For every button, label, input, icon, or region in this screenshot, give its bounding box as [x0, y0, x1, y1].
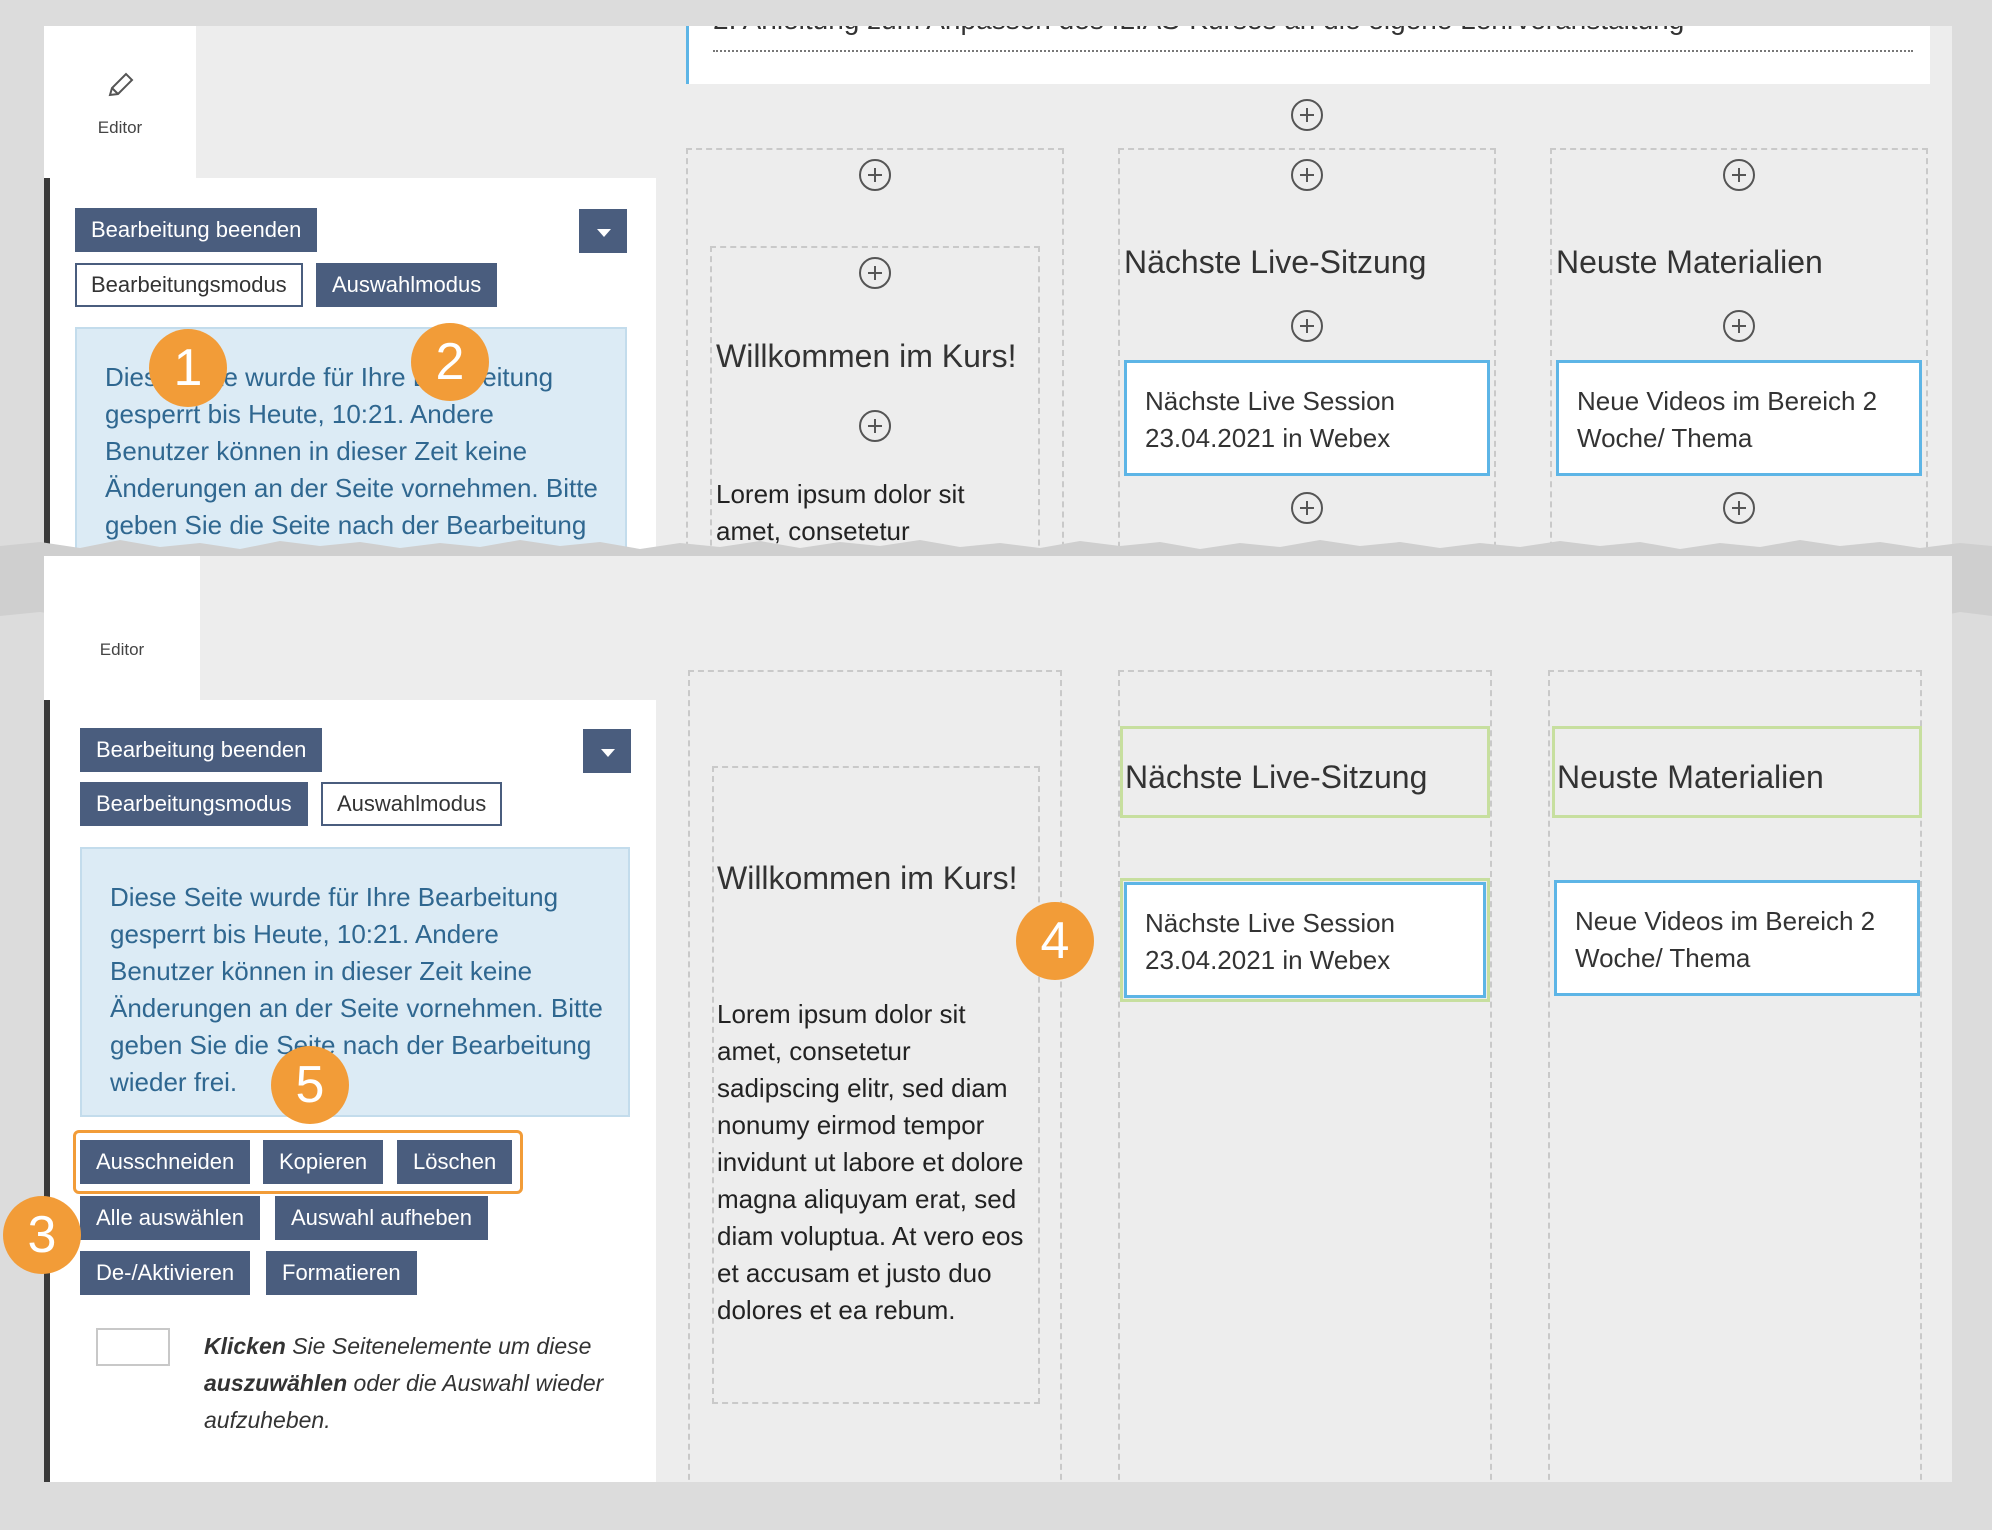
chevron-down-icon[interactable] [583, 729, 631, 773]
add-element-icon[interactable] [1291, 492, 1323, 524]
selection-hint: Klicken Sie Seitenelemente um diese ausz… [204, 1328, 604, 1439]
select-all-button[interactable]: Alle auswählen [80, 1196, 260, 1240]
editor-tab[interactable]: Editor [44, 556, 200, 700]
mode-edit-button[interactable]: Bearbeitungsmodus [80, 782, 308, 826]
materials-card[interactable]: Neue Videos im Bereich 2 Woche/ Thema [1554, 880, 1920, 996]
add-element-icon[interactable] [1291, 159, 1323, 191]
hint-text-1: Sie Seitenelemente um diese [285, 1333, 592, 1359]
top-panel: Editor Bearbeitung beenden Bearbeitungsm… [44, 26, 1952, 556]
delete-button[interactable]: Löschen [397, 1140, 513, 1184]
live-session-heading-box[interactable]: Nächste Live-Sitzung [1120, 726, 1490, 818]
add-element-icon[interactable] [1291, 310, 1323, 342]
accordion-item[interactable]: 2. Anleitung zum Anpassen des ILIAS-Kurs… [686, 26, 1930, 84]
mode-edit-button[interactable]: Bearbeitungsmodus [75, 263, 303, 307]
callout-badge-2: 2 [411, 323, 489, 401]
add-element-icon[interactable] [1723, 310, 1755, 342]
pencil-icon [108, 72, 134, 97]
add-element-icon[interactable] [859, 410, 891, 442]
callout-badge-5: 5 [271, 1046, 349, 1124]
toggle-active-button[interactable]: De-/Aktivieren [80, 1251, 251, 1295]
add-element-icon[interactable] [859, 159, 891, 191]
hint-bold-select: auszuwählen [204, 1370, 348, 1396]
deselect-button[interactable]: Auswahl aufheben [275, 1196, 489, 1240]
accordion-title: 2. Anleitung zum Anpassen des ILIAS-Kurs… [713, 26, 1913, 52]
materials-card[interactable]: Neue Videos im Bereich 2 Woche/ Thema [1556, 360, 1922, 476]
editor-tab[interactable]: Editor [44, 26, 196, 178]
copy-button[interactable]: Kopieren [263, 1140, 384, 1184]
callout-badge-3-overlay: 3 [3, 1196, 81, 1274]
hint-bold-click: Klicken [204, 1333, 286, 1359]
left-edge-bar [44, 700, 50, 1482]
cut-button[interactable]: Ausschneiden [80, 1140, 251, 1184]
add-element-icon[interactable] [859, 257, 891, 289]
materials-heading[interactable]: Neuste Materialien [1556, 244, 1823, 281]
selection-hint-swatch [96, 1328, 170, 1366]
materials-heading-box[interactable]: Neuste Materialien [1552, 726, 1922, 818]
end-editing-button[interactable]: Bearbeitung beenden [80, 728, 323, 772]
tab-strip [200, 556, 656, 700]
chevron-down-icon[interactable] [579, 209, 627, 253]
editor-tab-label: Editor [99, 640, 145, 659]
live-session-heading: Nächste Live-Sitzung [1125, 759, 1428, 795]
live-session-heading[interactable]: Nächste Live-Sitzung [1124, 244, 1426, 281]
mode-select-button[interactable]: Auswahlmodus [321, 782, 503, 826]
welcome-heading[interactable]: Willkommen im Kurs! [717, 860, 1017, 897]
add-element-icon[interactable] [1723, 159, 1755, 191]
callout-badge-4: 4 [1016, 902, 1094, 980]
welcome-text[interactable]: Lorem ipsum dolor sit amet, consetetur s… [717, 996, 1035, 1329]
bottom-panel: Editor Bearbeitung beenden Bearbeitungsm… [44, 556, 1952, 1482]
add-element-icon[interactable] [1723, 492, 1755, 524]
live-session-card[interactable]: Nächste Live Session 23.04.2021 in Webex [1124, 360, 1490, 476]
tab-strip [196, 26, 656, 178]
format-button[interactable]: Formatieren [266, 1251, 417, 1295]
live-session-card[interactable]: Nächste Live Session 23.04.2021 in Webex [1124, 882, 1486, 998]
lock-info-message: Diese Seite wurde für Ihre Bearbeitung g… [80, 847, 630, 1117]
end-editing-button[interactable]: Bearbeitung beenden [75, 208, 318, 252]
materials-heading: Neuste Materialien [1557, 759, 1824, 795]
welcome-heading[interactable]: Willkommen im Kurs! [716, 338, 1016, 375]
add-element-icon[interactable] [1291, 99, 1323, 131]
left-edge-bar [44, 178, 50, 556]
editor-tab-label: Editor [97, 118, 143, 137]
mode-select-button[interactable]: Auswahlmodus [316, 263, 498, 307]
callout-badge-1: 1 [149, 329, 227, 407]
